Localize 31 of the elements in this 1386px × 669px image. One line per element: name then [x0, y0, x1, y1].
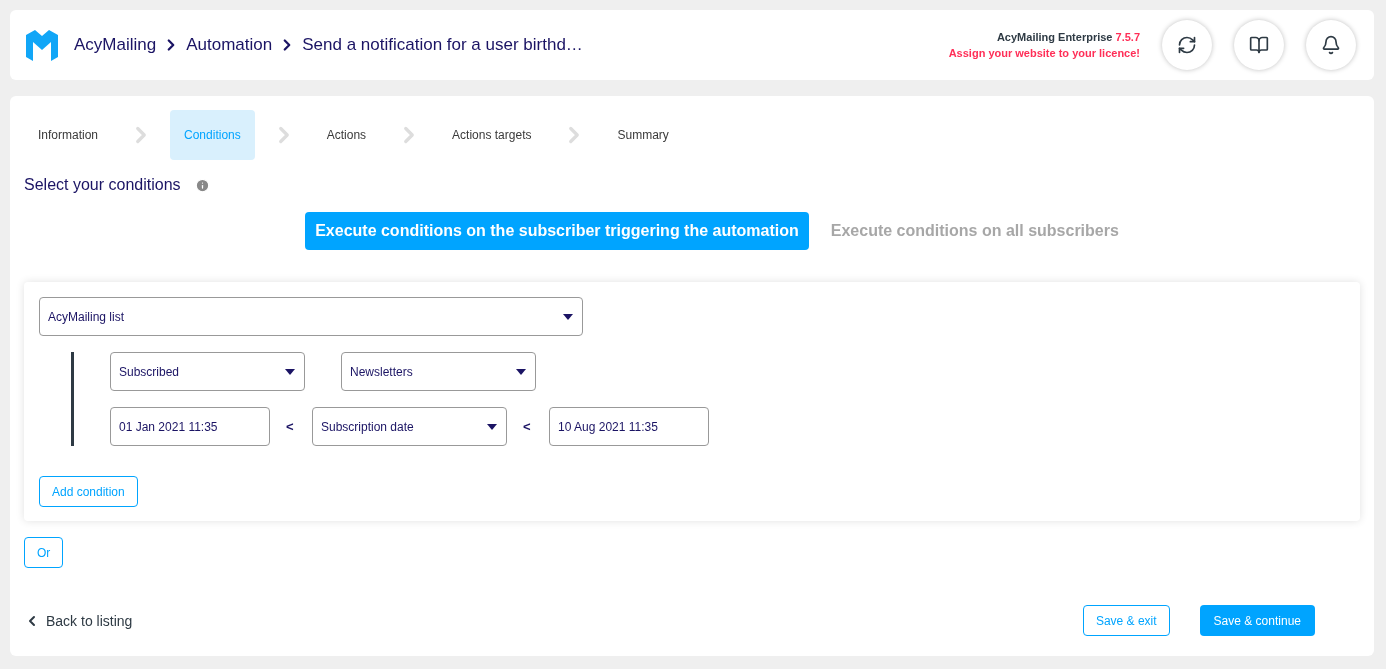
caret-icon: [515, 367, 527, 376]
refresh-icon: [1177, 35, 1197, 55]
date-field[interactable]: 01 Jan 2021 11:35: [110, 407, 270, 446]
step-tab[interactable]: Actions targets: [438, 110, 546, 160]
condition-type-dropdown[interactable]: AcyMailing list: [39, 297, 583, 336]
date-type-dropdown[interactable]: Subscription date: [312, 407, 507, 446]
refresh-button[interactable]: [1162, 20, 1212, 70]
breadcrumb-item[interactable]: AcyMailing: [74, 35, 157, 55]
operator-text: <: [523, 419, 532, 434]
step-tab[interactable]: Summary: [603, 110, 683, 160]
step-tab[interactable]: Actions: [312, 110, 381, 160]
logo-icon: [24, 27, 60, 63]
bell-icon: [1321, 35, 1341, 55]
licence-text: AcyMailing Enterprise 7.5.7: [996, 31, 1140, 43]
info-icon: [194, 177, 210, 193]
status-dropdown[interactable]: Subscribed: [110, 352, 305, 391]
breadcrumb-item[interactable]: Automation: [186, 35, 273, 55]
back-link[interactable]: Back to listing: [24, 612, 1053, 629]
breadcrumb-item: Send a notification for a user birthd…: [302, 35, 583, 55]
notification-button[interactable]: [1306, 20, 1356, 70]
operator-text: <: [286, 419, 295, 434]
date-field[interactable]: 10 Aug 2021 11:35: [549, 407, 709, 446]
caret-icon: [284, 367, 296, 376]
caret-icon: [562, 312, 574, 321]
section-title: Select your conditions: [24, 176, 181, 194]
caret-icon: [486, 422, 498, 431]
book-icon: [1249, 35, 1269, 55]
list-dropdown[interactable]: Newsletters: [341, 352, 536, 391]
book-button[interactable]: [1234, 20, 1284, 70]
step-tab[interactable]: Information: [24, 110, 113, 160]
licence-warning[interactable]: Assign your website to your licence!: [948, 47, 1140, 59]
